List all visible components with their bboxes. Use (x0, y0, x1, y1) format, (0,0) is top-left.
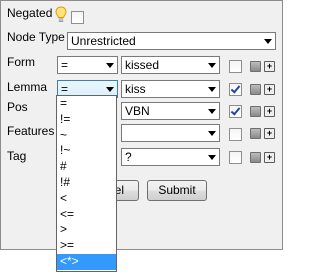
tag-enabled-checkbox[interactable] (229, 151, 242, 164)
operator-option[interactable]: !# (57, 175, 116, 191)
chevron-down-icon (264, 39, 272, 44)
chevron-down-icon (106, 63, 114, 68)
chevron-down-icon (208, 131, 216, 136)
form-value: kissed (125, 58, 160, 72)
tag-value: ? (125, 150, 132, 164)
form-operator-value: = (61, 58, 69, 72)
pos-enabled-checkbox[interactable] (229, 105, 242, 118)
form-value-select[interactable]: kissed (121, 56, 220, 74)
pos-value-select[interactable]: VBN (121, 102, 220, 120)
lemma-value-select[interactable]: kiss (121, 80, 220, 98)
node-type-select[interactable]: Unrestricted (67, 32, 276, 50)
tag-label: Tag (7, 149, 27, 163)
minus-icon[interactable] (250, 84, 261, 95)
node-type-value: Unrestricted (71, 34, 136, 48)
negated-label: Negated (7, 6, 53, 20)
node-constraint-panel: Negated Node Type Unrestricted Form = ki… (0, 0, 283, 250)
operator-option[interactable]: > (57, 222, 116, 238)
plus-icon[interactable]: + (264, 61, 275, 72)
features-value-select[interactable] (121, 124, 220, 142)
plus-icon[interactable]: + (264, 128, 275, 139)
operator-option[interactable]: != (57, 112, 116, 128)
chevron-down-icon (106, 87, 114, 92)
minus-icon[interactable] (250, 61, 261, 72)
features-enabled-checkbox[interactable] (229, 128, 242, 141)
chevron-down-icon (208, 109, 216, 114)
form-operator-select[interactable]: = (57, 56, 118, 74)
operator-dropdown-list: = != ~ !~ # !# < <= > >= <*> (56, 95, 117, 272)
plus-icon[interactable]: + (264, 152, 275, 163)
operator-option[interactable]: < (57, 191, 116, 207)
operator-option[interactable]: !~ (57, 143, 116, 159)
negated-checkbox[interactable] (71, 11, 84, 24)
minus-icon[interactable] (250, 152, 261, 163)
minus-icon[interactable] (250, 128, 261, 139)
operator-option[interactable]: <= (57, 207, 116, 223)
lightbulb-icon[interactable] (55, 6, 67, 24)
form-label: Form (7, 55, 35, 69)
form-enabled-checkbox[interactable] (229, 60, 242, 73)
lemma-value: kiss (125, 82, 146, 96)
chevron-down-icon (208, 63, 216, 68)
operator-option[interactable]: = (57, 96, 116, 112)
features-label: Features (7, 124, 55, 138)
plus-icon[interactable]: + (264, 106, 275, 117)
operator-option[interactable]: # (57, 159, 116, 175)
pos-label: Pos (7, 100, 28, 114)
lemma-enabled-checkbox[interactable] (229, 83, 242, 96)
tag-value-select[interactable]: ? (121, 148, 220, 166)
lemma-operator-value: = (61, 82, 69, 96)
node-type-label: Node Type (7, 30, 65, 44)
submit-button-label: Submit (158, 183, 196, 197)
submit-button[interactable]: Submit (147, 180, 207, 201)
operator-option-highlighted[interactable]: <*> (57, 253, 116, 270)
pos-value: VBN (125, 104, 150, 118)
lemma-label: Lemma (7, 80, 48, 94)
chevron-down-icon (208, 87, 216, 92)
chevron-down-icon (208, 155, 216, 160)
plus-icon[interactable]: + (264, 84, 275, 95)
minus-icon[interactable] (250, 106, 261, 117)
operator-option[interactable]: ~ (57, 128, 116, 144)
operator-option[interactable]: >= (57, 238, 116, 254)
